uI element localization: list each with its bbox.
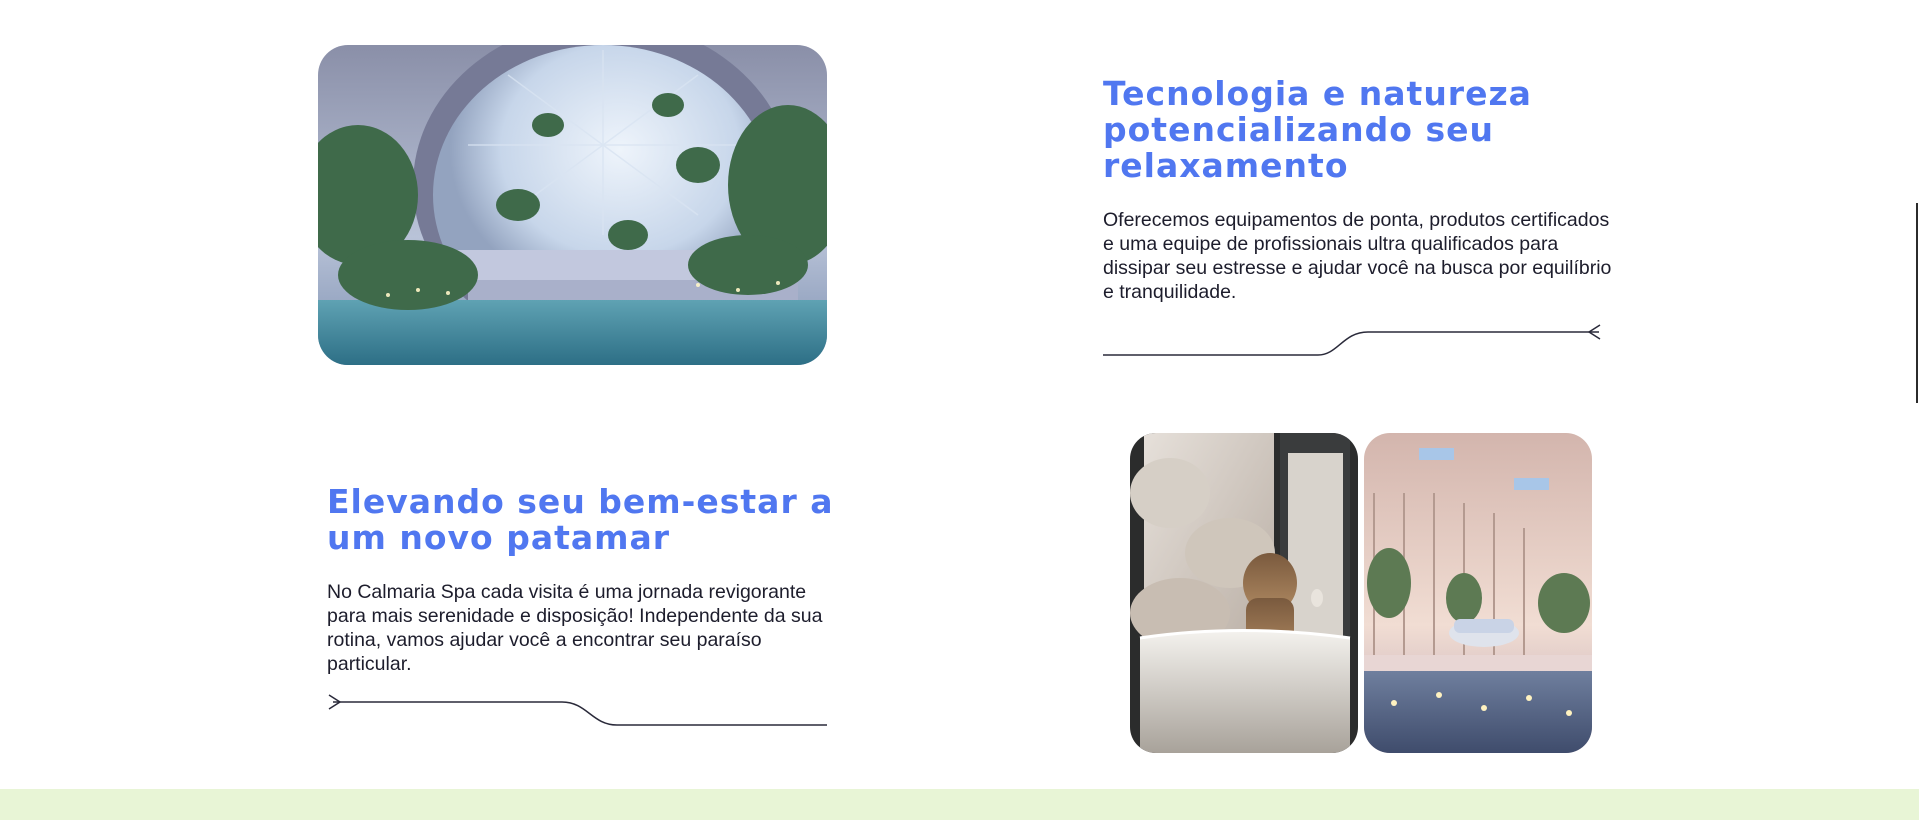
scrollbar-thumb[interactable]	[1916, 203, 1918, 403]
section-two-paragraph: No Calmaria Spa cada visita é uma jornad…	[327, 581, 823, 675]
section-one-decorative-line	[1103, 320, 1603, 356]
section-two-decorative-line	[327, 692, 829, 728]
section-two-heading: Elevando seu bem-estar a um novo patamar	[327, 482, 834, 557]
section-one-heading: Tecnologia e natureza potencializando se…	[1103, 74, 1532, 185]
section-one-paragraph: Oferecemos equipamentos de ponta, produt…	[1103, 209, 1612, 303]
indoor-pool-image	[1364, 433, 1592, 753]
footer-band	[0, 789, 1919, 820]
spa-atrium-image	[318, 45, 827, 365]
woman-in-bathtub-image	[1130, 433, 1358, 753]
